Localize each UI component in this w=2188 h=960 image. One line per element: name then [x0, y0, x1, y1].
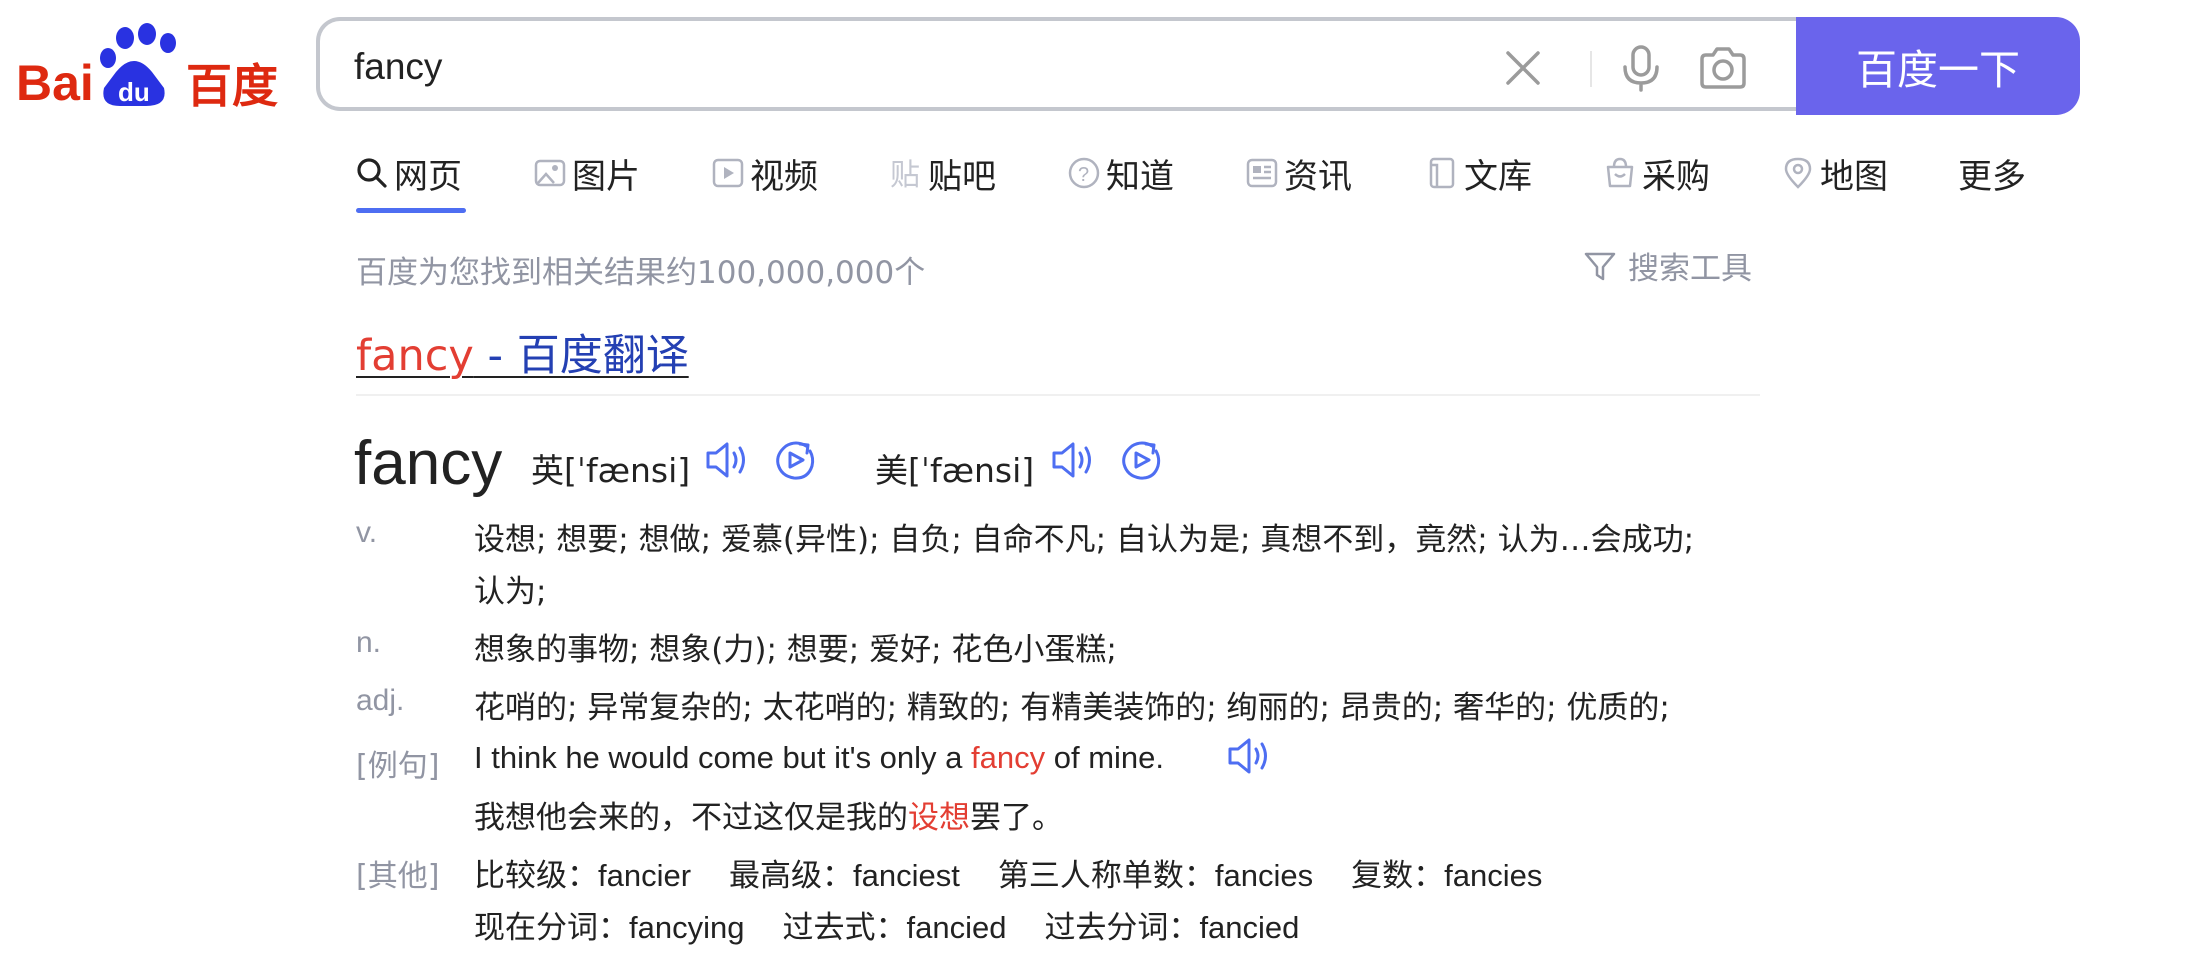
tab-label: 网页: [394, 156, 462, 197]
form-label: 最高级：: [729, 858, 854, 894]
svg-text:du: du: [118, 77, 150, 107]
baidu-logo[interactable]: Bai du 百度: [16, 22, 280, 110]
speaker-icon[interactable]: [702, 438, 750, 482]
tab-label: 贴吧: [928, 156, 996, 197]
form-value: fancied: [1199, 910, 1300, 945]
tab-label: 知道: [1106, 156, 1174, 197]
tab-label: 更多: [1958, 156, 2026, 197]
form-value: fancier: [598, 858, 692, 893]
video-icon: [712, 158, 744, 188]
svg-text:Bai: Bai: [16, 55, 94, 110]
uk-phonetic: 英[ˈfænsi]: [531, 451, 691, 490]
example-sentence-en: I think he would come but it's only a fa…: [474, 740, 1164, 776]
form-value: fanciest: [853, 858, 960, 893]
tab-label: 图片: [572, 156, 640, 197]
example-highlight: 设想: [908, 800, 970, 836]
headword: fancy: [354, 429, 503, 498]
pos-label: adj.: [356, 684, 405, 717]
form-value: fancies: [1214, 858, 1314, 893]
image-icon: [534, 159, 566, 187]
form-label: 过去分词：: [1044, 910, 1200, 946]
search-input[interactable]: [354, 41, 1454, 93]
result-title-link[interactable]: fancy - 百度翻译: [356, 321, 689, 383]
document-icon: [1429, 157, 1455, 189]
active-tab-indicator: [356, 208, 466, 213]
filter-icon: [1584, 252, 1616, 280]
form-label: 复数：: [1351, 858, 1445, 894]
divider: [1590, 51, 1592, 87]
definition-text: 认为;: [474, 574, 547, 610]
form-value: fancied: [906, 910, 1007, 945]
example-sentence-zh: 我想他会来的，不过这仅是我的设想罢了。: [474, 792, 1063, 837]
question-icon: ?: [1068, 157, 1100, 189]
us-phonetic: 美[ˈfænsi]: [875, 451, 1035, 490]
tab-zhidao[interactable]: ? 知道: [1066, 148, 1174, 198]
camera-icon[interactable]: [1698, 43, 1748, 93]
example-text: of mine.: [1045, 740, 1165, 775]
other-label: [其他]: [356, 859, 440, 894]
tab-label: 文库: [1464, 156, 1532, 197]
form-value: fancies: [1444, 858, 1543, 893]
example-highlight: fancy: [971, 740, 1046, 775]
microphone-icon[interactable]: [1616, 43, 1666, 93]
form-value: fancying: [629, 910, 745, 945]
tab-maps[interactable]: 地图: [1780, 148, 1888, 198]
form-label: 第三人称单数：: [997, 858, 1215, 894]
search-icon: [357, 158, 387, 188]
tab-wenku[interactable]: 文库: [1424, 148, 1532, 198]
svg-text:?: ?: [1078, 164, 1089, 186]
definition-text: 想象的事物; 想象(力); 想要; 爱好; 花色小蛋糕;: [474, 632, 1117, 668]
form-label: 比较级：: [474, 858, 598, 894]
definition-text: 设想; 想要; 想做; 爱慕(异性); 自负; 自命不凡; 自认为是; 真想不到…: [474, 522, 1695, 558]
form-label: 现在分词：: [474, 910, 629, 946]
svg-text:百度: 百度: [186, 59, 278, 110]
pos-label: n.: [356, 626, 382, 659]
tab-videos[interactable]: 视频: [710, 148, 818, 198]
title-highlight: fancy: [356, 331, 474, 381]
search-button[interactable]: 百度一下: [1796, 17, 2080, 115]
tab-label: 地图: [1820, 156, 1888, 197]
map-icon: [1784, 157, 1812, 189]
example-text: 罢了。: [970, 800, 1063, 836]
tab-label: 资讯: [1284, 156, 1352, 197]
replay-icon[interactable]: [1118, 438, 1166, 482]
shopping-icon: [1606, 157, 1634, 188]
search-tools-label: 搜索工具: [1628, 251, 1752, 287]
speaker-icon[interactable]: [1048, 438, 1096, 482]
news-icon: [1246, 158, 1278, 188]
form-label: 过去式：: [782, 910, 907, 946]
divider: [356, 394, 1760, 396]
speaker-icon[interactable]: [1224, 734, 1272, 778]
example-label: [例句]: [356, 749, 440, 784]
svg-text:贴: 贴: [890, 158, 920, 191]
tab-more[interactable]: 更多: [1958, 148, 2026, 198]
example-text: 我想他会来的，不过这仅是我的: [474, 800, 908, 836]
title-rest: - 百度翻译: [473, 331, 689, 381]
result-count: 百度为您找到相关结果约100,000,000个: [356, 255, 926, 291]
tab-label: 采购: [1642, 156, 1710, 197]
definition-text: 花哨的; 异常复杂的; 太花哨的; 精致的; 有精美装饰的; 绚丽的; 昂贵的;…: [474, 690, 1670, 726]
tab-label: 视频: [750, 156, 818, 197]
clear-icon[interactable]: [1498, 43, 1548, 93]
tab-shopping[interactable]: 采购: [1602, 148, 1710, 198]
word-forms: 现在分词：fancying 过去式：fancied 过去分词：fancied: [474, 902, 1299, 947]
example-text: I think he would come but it's only a: [474, 740, 972, 775]
word-forms: 比较级：fancier 最高级：fanciest 第三人称单数：fancies 复数：…: [474, 850, 1542, 895]
search-tools-button[interactable]: 搜索工具: [1582, 243, 1752, 288]
tieba-icon: 贴: [890, 158, 920, 191]
tab-images[interactable]: 图片: [532, 148, 640, 198]
tab-tieba[interactable]: 贴 贴吧: [888, 148, 996, 198]
tab-web[interactable]: 网页: [354, 148, 462, 198]
search-box: [316, 17, 1796, 111]
pos-label: v.: [356, 516, 378, 549]
tab-news[interactable]: 资讯: [1244, 148, 1352, 198]
replay-icon[interactable]: [772, 438, 820, 482]
